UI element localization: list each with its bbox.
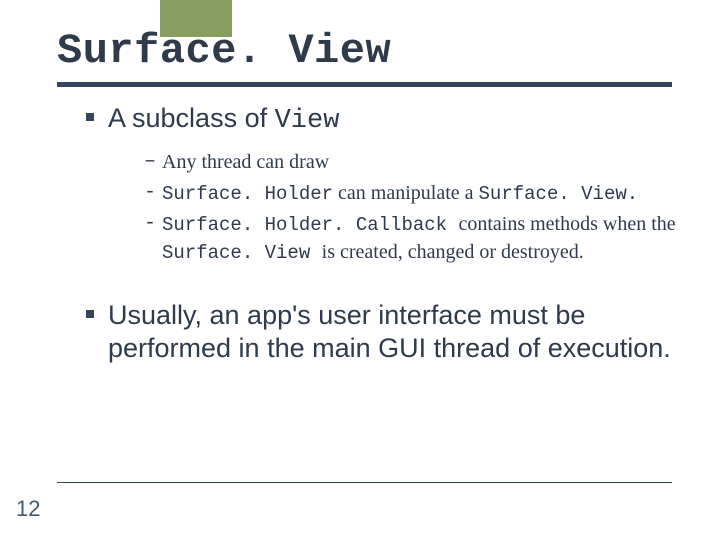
sub-bullet-item: - Surface. Holder can manipulate a Surfa…: [144, 180, 680, 208]
title-underline: [57, 82, 672, 87]
page-number: 12: [16, 496, 40, 522]
sub-bullet-text: Surface. Holder. Callback contains metho…: [162, 211, 680, 266]
bullet-text: Usually, an app's user interface must be…: [108, 299, 680, 367]
slide-title: Surface. View: [57, 27, 391, 75]
dash-icon: –: [144, 149, 162, 175]
bullet-item: Usually, an app's user interface must be…: [86, 299, 680, 367]
text-part: can manipulate a: [333, 182, 479, 204]
sub-bullet-item: – Any thread can draw: [144, 149, 680, 176]
slide: Surface. View A subclass of View – Any t…: [0, 0, 720, 540]
dash-icon: -: [144, 180, 162, 206]
bullet-text-part: A subclass of: [108, 103, 275, 133]
code-text: Surface. View: [162, 242, 322, 264]
footer-divider: [57, 482, 672, 483]
code-text: Surface. View.: [479, 183, 639, 205]
code-text: Surface. Holder. Callback: [162, 214, 458, 236]
bullet-text: A subclass of View: [108, 102, 339, 139]
dash-icon: -: [144, 211, 162, 237]
spacer: [86, 281, 680, 299]
text-part: contains methods when the: [458, 213, 675, 235]
code-text: Surface. Holder: [162, 183, 333, 205]
code-text: View: [275, 106, 340, 136]
square-bullet-icon: [86, 113, 94, 121]
square-bullet-icon: [86, 310, 94, 318]
bullet-item: A subclass of View: [86, 102, 680, 139]
slide-content: A subclass of View – Any thread can draw…: [86, 102, 680, 376]
sub-bullet-item: - Surface. Holder. Callback contains met…: [144, 211, 680, 266]
sub-bullet-text: Any thread can draw: [162, 149, 329, 176]
sub-bullet-text: Surface. Holder can manipulate a Surface…: [162, 180, 638, 208]
text-part: is created, changed or destroyed.: [322, 241, 584, 263]
sub-bullet-list: – Any thread can draw - Surface. Holder …: [144, 149, 680, 267]
